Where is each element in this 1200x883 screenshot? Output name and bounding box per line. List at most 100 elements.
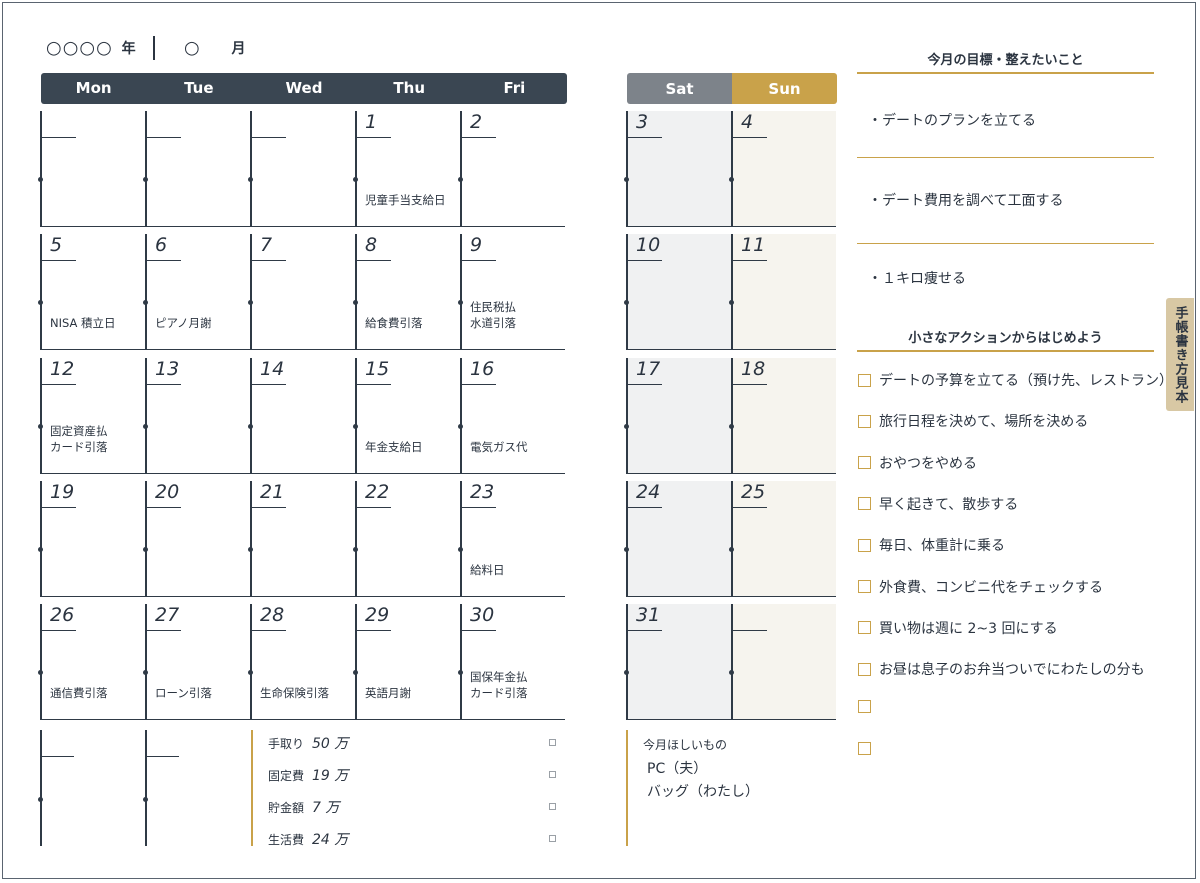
action-text: おやつをやめる bbox=[879, 455, 977, 472]
day-underline bbox=[147, 507, 181, 508]
calendar-cell-thu[interactable]: 1 児童手当支給日 bbox=[353, 111, 460, 227]
action-text: 外食費、コンビニ代をチェックする bbox=[879, 579, 1103, 596]
day-underline bbox=[42, 507, 76, 508]
weekday-header: Mon Tue Wed Thu Fri bbox=[41, 73, 567, 104]
day-number: 10 bbox=[636, 234, 661, 256]
calendar-cell-thu[interactable]: 15 年金支給日 bbox=[353, 358, 460, 474]
day-number: 4 bbox=[741, 111, 754, 133]
day-note: ローン引落 bbox=[155, 686, 212, 700]
calendar-cell-sun[interactable]: 18 bbox=[729, 358, 836, 474]
day-note: 給食費引落 bbox=[365, 316, 423, 330]
calendar-cell-sat[interactable]: 31 bbox=[624, 604, 731, 720]
cell-dot bbox=[729, 300, 734, 305]
day-underline bbox=[147, 137, 181, 138]
action-item[interactable]: 外食費、コンビニ代をチェックする bbox=[858, 577, 1103, 597]
goals-title-rule bbox=[857, 72, 1154, 74]
calendar-cell-fri[interactable]: 16 電気ガス代 bbox=[458, 358, 565, 474]
action-item[interactable]: 旅行日程を決めて、場所を決める bbox=[858, 411, 1088, 431]
day-number: 15 bbox=[365, 358, 390, 380]
calendar-cell-sat[interactable]: 17 bbox=[624, 358, 731, 474]
calendar-cell-wed[interactable]: 28 生命保険引落 bbox=[248, 604, 355, 720]
calendar-cell-fri[interactable]: 9 住民税払 水道引落 bbox=[458, 234, 565, 350]
day-number: 25 bbox=[741, 481, 766, 503]
day-underline bbox=[628, 507, 662, 508]
day-note: 国保年金払 カード引落 bbox=[470, 670, 528, 700]
checkbox-icon[interactable] bbox=[858, 662, 871, 676]
action-item[interactable]: おやつをやめる bbox=[858, 453, 977, 473]
calendar-cell-mon[interactable]: 12 固定資産払 カード引落 bbox=[38, 358, 145, 474]
checkbox-icon[interactable] bbox=[858, 373, 871, 387]
calendar-cell-tue[interactable] bbox=[143, 111, 250, 227]
action-text: 毎日、体重計に乗る bbox=[879, 538, 1005, 555]
day-underline bbox=[147, 384, 181, 385]
day-number: 3 bbox=[636, 111, 649, 133]
day-underline bbox=[733, 507, 767, 508]
calendar-cell-fri[interactable]: 2 bbox=[458, 111, 565, 227]
calendar-cell-sun[interactable] bbox=[729, 604, 836, 720]
calendar-cell-thu[interactable]: 22 bbox=[353, 481, 460, 597]
calendar-cell-tue[interactable]: 20 bbox=[143, 481, 250, 597]
action-item[interactable] bbox=[858, 700, 879, 714]
day-underline bbox=[42, 137, 76, 138]
calendar-cell-wed[interactable]: 21 bbox=[248, 481, 355, 597]
cell-dot bbox=[353, 177, 358, 182]
day-underline bbox=[42, 260, 76, 261]
calendar-cell-thu[interactable]: 29 英語月謝 bbox=[353, 604, 460, 720]
calendar-cell-tue[interactable]: 13 bbox=[143, 358, 250, 474]
day-underline bbox=[42, 630, 76, 631]
day-number: 8 bbox=[365, 234, 378, 256]
calendar-cell-sat[interactable]: 10 bbox=[624, 234, 731, 350]
goal-item[interactable]: ・デート費用を調べて工面する bbox=[868, 190, 1063, 210]
calendar-cell-sat[interactable]: 3 bbox=[624, 111, 731, 227]
checkbox-icon[interactable] bbox=[858, 741, 871, 755]
calendar-cell-mon[interactable] bbox=[38, 111, 145, 227]
side-tab[interactable]: 手帳書き方見本 bbox=[1166, 298, 1194, 411]
month-placeholder[interactable]: ○ bbox=[184, 38, 201, 59]
calendar-cell-wed[interactable] bbox=[248, 111, 355, 227]
checkbox-icon[interactable] bbox=[858, 538, 871, 552]
budget-mark bbox=[549, 835, 556, 842]
day-note: 通信費引落 bbox=[50, 686, 108, 700]
day-number: 13 bbox=[155, 358, 180, 380]
weekday-thu: Thu bbox=[393, 79, 425, 97]
checkbox-icon[interactable] bbox=[858, 456, 871, 470]
day-number: 28 bbox=[260, 604, 285, 626]
day-underline bbox=[42, 384, 76, 385]
calendar-cell-fri[interactable]: 23 給料日 bbox=[458, 481, 565, 597]
calendar-cell-thu[interactable]: 8 給食費引落 bbox=[353, 234, 460, 350]
goal-item[interactable]: ・１キロ痩せる bbox=[868, 268, 966, 288]
calendar-cell-mon[interactable]: 26 通信費引落 bbox=[38, 604, 145, 720]
checkbox-icon[interactable] bbox=[858, 414, 871, 428]
checkbox-icon[interactable] bbox=[858, 700, 871, 714]
calendar-cell-wed[interactable]: 7 bbox=[248, 234, 355, 350]
action-item[interactable] bbox=[858, 741, 879, 755]
calendar-cell-sun[interactable]: 4 bbox=[729, 111, 836, 227]
calendar-cell-sun[interactable]: 11 bbox=[729, 234, 836, 350]
action-item[interactable]: 買い物は週に 2~3 回にする bbox=[858, 618, 1058, 638]
wishlist-divider bbox=[626, 730, 628, 846]
year-placeholder[interactable]: ○○○○ bbox=[46, 38, 113, 59]
checkbox-icon[interactable] bbox=[858, 497, 871, 511]
calendar-cell-mon[interactable]: 19 bbox=[38, 481, 145, 597]
calendar-cell-tue[interactable]: 6 ピアノ月謝 bbox=[143, 234, 250, 350]
checkbox-icon[interactable] bbox=[858, 580, 871, 593]
day-note: 固定資産払 カード引落 bbox=[50, 424, 108, 454]
calendar-cell-tue[interactable]: 27 ローン引落 bbox=[143, 604, 250, 720]
action-item[interactable]: デートの予算を立てる（預け先、レストラン） bbox=[858, 370, 1173, 390]
calendar-cell-sat[interactable]: 24 bbox=[624, 481, 731, 597]
wishlist-title: 今月ほしいもの bbox=[643, 738, 728, 752]
action-item[interactable]: 毎日、体重計に乗る bbox=[858, 535, 1005, 555]
action-item[interactable]: お昼は息子のお弁当ついでにわたしの分も bbox=[858, 659, 1145, 679]
day-number: 22 bbox=[365, 481, 390, 503]
calendar-cell-mon[interactable]: 5 NISA 積立日 bbox=[38, 234, 145, 350]
cell-dot bbox=[143, 300, 148, 305]
day-number: 26 bbox=[50, 604, 75, 626]
goal-item[interactable]: ・デートのプランを立てる bbox=[868, 110, 1036, 130]
action-item[interactable]: 早く起きて、散歩する bbox=[858, 494, 1018, 514]
budget-row-takehome: 手取り 50 万 bbox=[268, 736, 349, 752]
day-note: 英語月謝 bbox=[365, 686, 411, 700]
calendar-cell-wed[interactable]: 14 bbox=[248, 358, 355, 474]
calendar-cell-fri[interactable]: 30 国保年金払 カード引落 bbox=[458, 604, 565, 720]
calendar-cell-sun[interactable]: 25 bbox=[729, 481, 836, 597]
checkbox-icon[interactable] bbox=[858, 621, 871, 635]
